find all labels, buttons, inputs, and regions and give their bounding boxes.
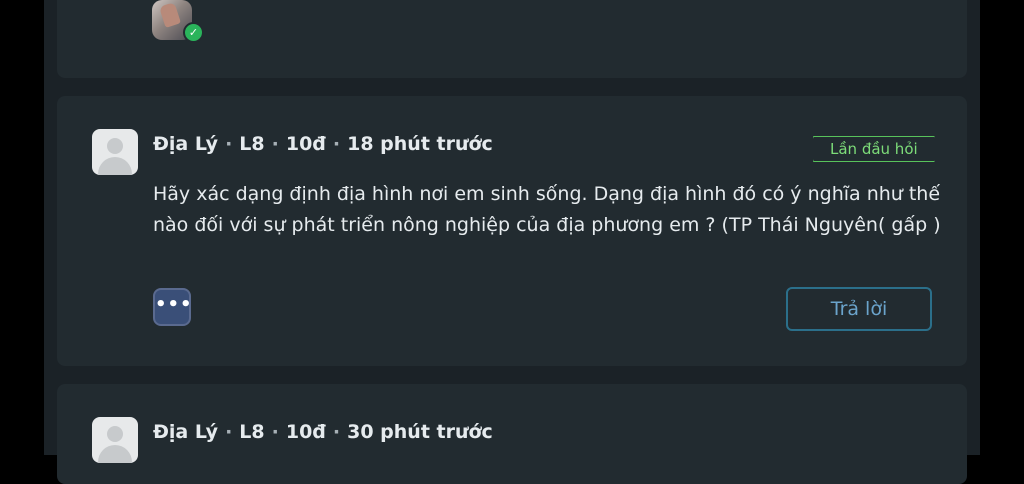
subject-link[interactable]: Địa Lý <box>153 133 218 155</box>
timestamp: 18 phút trước <box>347 133 493 155</box>
reply-button[interactable]: Trả lời <box>786 287 932 331</box>
question-text[interactable]: Hãy xác dạng định địa hình nơi em sinh s… <box>153 179 943 241</box>
grade-label: L8 <box>239 133 265 155</box>
asker-avatar[interactable] <box>92 417 138 463</box>
first-question-badge: Lần đầu hỏi <box>813 136 935 162</box>
question-card: Địa Lý · L8 · 10đ · 18 phút trước Lần đầu hỏi … <box>57 96 967 366</box>
timestamp: 30 phút trước <box>347 421 493 443</box>
grade-label: L8 <box>239 421 265 443</box>
more-options-button[interactable]: ••• <box>153 288 193 326</box>
verified-check-icon: ✓ <box>183 22 204 43</box>
points-label: 10đ <box>285 421 326 443</box>
feed: ✓ Địa Lý · L8 · 10đ · 18 phút trước Lần đầu hỏ… <box>44 0 980 484</box>
asker-avatar[interactable] <box>92 129 138 175</box>
question-meta: Địa Lý · L8 · 10đ · 30 phút trước <box>153 421 493 443</box>
next-question-card: Địa Lý · L8 · 10đ · 30 phút trước <box>57 384 967 484</box>
ellipsis-icon: ••• <box>155 294 193 315</box>
question-meta: Địa Lý · L8 · 10đ · 18 phút trước <box>153 133 493 155</box>
points-label: 10đ <box>285 133 326 155</box>
subject-link[interactable]: Địa Lý <box>153 421 218 443</box>
previous-post-card: ✓ <box>57 0 967 78</box>
